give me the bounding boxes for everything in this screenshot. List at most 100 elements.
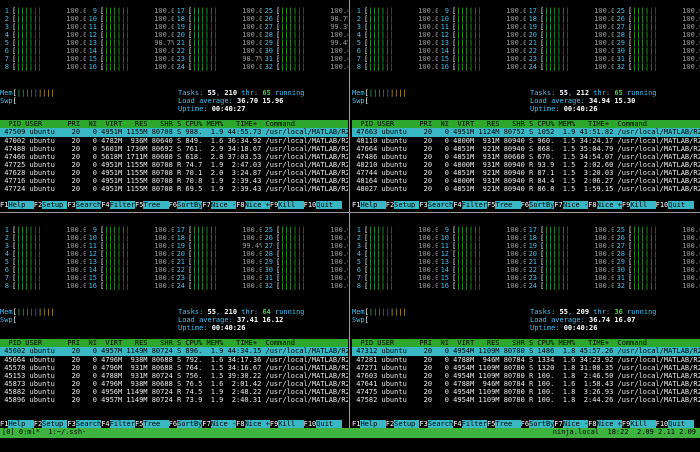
selected-process-row[interactable]: 47312 ubuntu 20 0 4954M 1109M 80780 S 14… — [352, 347, 700, 356]
function-key[interactable]: F2 — [33, 420, 43, 428]
function-key-label[interactable]: Nice + — [596, 420, 622, 428]
function-key[interactable]: F3 — [67, 420, 76, 428]
process-row[interactable]: 48164 ubuntu 20 0 4800M 931M 80940 R 84.… — [352, 177, 700, 185]
function-key-label[interactable]: Search — [427, 420, 454, 428]
process-row[interactable]: 47716 ubuntu 20 0 4951M 1155M 80708 R 70… — [0, 177, 348, 185]
function-key[interactable]: F2 — [33, 201, 43, 209]
function-key-label[interactable]: Tree — [143, 420, 169, 428]
function-key-label[interactable]: SortBy — [529, 201, 555, 209]
process-row[interactable]: 47724 ubuntu 20 0 4951M 1155M 80708 R 69… — [0, 185, 348, 193]
process-row[interactable]: 47466 ubuntu 20 0 5618M 1711M 80688 S 61… — [0, 153, 348, 161]
htop-pane-1[interactable]: 1[||||||100.0%]2[||||||100.0%]3[||||||10… — [0, 0, 348, 209]
function-key-label[interactable]: Quit — [668, 420, 694, 428]
function-key-label[interactable]: Setup — [42, 201, 68, 209]
function-key[interactable]: F4 — [101, 201, 110, 209]
function-key-label[interactable]: Kill — [630, 420, 656, 428]
process-row[interactable]: 45153 ubuntu 20 0 4788M 931M 80724 S 756… — [0, 372, 348, 380]
process-row[interactable]: 45578 ubuntu 20 0 4796M 931M 80688 S 764… — [0, 364, 348, 372]
function-key[interactable]: F2 — [385, 201, 395, 209]
function-key-label[interactable]: Nice - — [562, 420, 589, 428]
function-key-label[interactable]: Kill — [278, 420, 304, 428]
function-key[interactable]: F7 — [554, 201, 563, 209]
function-key-label[interactable]: Filter — [109, 420, 135, 428]
function-key-label[interactable]: Kill — [278, 201, 304, 209]
function-key[interactable]: F10 — [303, 201, 317, 209]
process-row[interactable]: 47603 ubuntu 20 0 4954M 1109M 80780 R 10… — [352, 372, 700, 380]
function-key[interactable]: F4 — [453, 201, 462, 209]
function-key[interactable]: F8 — [236, 201, 245, 209]
function-key-label[interactable]: Help — [360, 201, 386, 209]
process-row[interactable]: 48027 ubuntu 20 0 4851M 921M 80940 R 86.… — [352, 185, 700, 193]
function-key-label[interactable]: SortBy — [529, 420, 555, 428]
process-row[interactable]: 47271 ubuntu 20 0 4954M 1109M 80780 S 13… — [352, 364, 700, 372]
function-key-label[interactable]: Quit — [316, 201, 342, 209]
htop-pane-4[interactable]: 1[||||||100.0%]2[||||||100.0%]3[||||||10… — [352, 219, 700, 428]
function-key[interactable]: F6 — [520, 420, 530, 428]
function-key[interactable]: F8 — [588, 420, 597, 428]
function-key-label[interactable]: Help — [360, 420, 386, 428]
process-row[interactable]: 45896 ubuntu 20 0 4957M 1149M 80724 R 73… — [0, 396, 348, 404]
process-row[interactable]: 47582 ubuntu 20 0 4954M 1109M 80780 R 10… — [352, 396, 700, 404]
function-key-label[interactable]: Nice + — [244, 201, 270, 209]
process-row[interactable]: 45882 ubuntu 20 0 4956M 1149M 80724 R 74… — [0, 388, 348, 396]
selected-process-row[interactable]: 45602 ubuntu 20 0 4957M 1149M 80724 S 89… — [0, 347, 348, 356]
process-row[interactable]: 45873 ubuntu 20 0 4796M 938M 80688 S 76.… — [0, 380, 348, 388]
process-row[interactable]: 47002 ubuntu 20 0 4782M 936M 80640 S 849… — [0, 137, 348, 145]
function-key-label[interactable]: Quit — [316, 420, 342, 428]
function-key-label[interactable]: Setup — [394, 201, 420, 209]
htop-pane-3[interactable]: 1[||||||100.0%]2[||||||100.0%]3[||||||10… — [0, 219, 348, 428]
function-key[interactable]: F10 — [655, 420, 669, 428]
function-key-label[interactable]: Filter — [461, 201, 487, 209]
function-key[interactable]: F10 — [655, 201, 669, 209]
process-table-header[interactable]: PID USER PRI NI VIRT RES SHR S CPU% MEM%… — [352, 339, 700, 347]
function-key[interactable]: F4 — [101, 420, 110, 428]
function-key-label[interactable]: SortBy — [177, 201, 203, 209]
function-key-label[interactable]: Nice - — [210, 420, 237, 428]
function-key[interactable]: F10 — [303, 420, 317, 428]
process-row[interactable]: 47475 ubuntu 20 0 4954M 1109M 80780 R 10… — [352, 388, 700, 396]
htop-pane-2[interactable]: 1[||||||100.0%]2[||||||100.0%]3[||||||10… — [352, 0, 700, 209]
process-row[interactable]: 48110 ubuntu 20 0 4800M 931M 80940 S 960… — [352, 137, 700, 145]
function-key[interactable]: F6 — [168, 420, 178, 428]
function-key-label[interactable]: SortBy — [177, 420, 203, 428]
process-row[interactable]: 47488 ubuntu 20 0 5601M 1730M 80692 S 76… — [0, 145, 348, 153]
function-key[interactable]: F7 — [202, 201, 211, 209]
function-key[interactable]: F2 — [385, 420, 395, 428]
function-key[interactable]: F3 — [419, 201, 428, 209]
process-row[interactable]: 47486 ubuntu 20 0 4851M 931M 80668 S 670… — [352, 153, 700, 161]
function-key-label[interactable]: Tree — [143, 201, 169, 209]
function-key[interactable]: F8 — [588, 201, 597, 209]
function-key[interactable]: F7 — [554, 420, 563, 428]
process-row[interactable]: 47664 ubuntu 20 0 4851M 921M 80940 S 868… — [352, 145, 700, 153]
function-key-label[interactable]: Nice + — [244, 420, 270, 428]
process-row[interactable]: 45664 ubuntu 20 0 4796M 938M 80688 S 792… — [0, 356, 348, 364]
function-key-label[interactable]: Nice + — [596, 201, 622, 209]
function-key[interactable]: F7 — [202, 420, 211, 428]
function-key[interactable]: F3 — [419, 420, 428, 428]
process-row[interactable]: 47744 ubuntu 20 0 4851M 921M 80940 R 87.… — [352, 169, 700, 177]
selected-process-row[interactable]: 47509 ubuntu 20 0 4951M 1155M 80708 S 98… — [0, 128, 348, 137]
function-key-label[interactable]: Kill — [630, 201, 656, 209]
function-key-label[interactable]: Search — [75, 420, 102, 428]
function-key[interactable]: F6 — [168, 201, 178, 209]
function-key-label[interactable]: Quit — [668, 201, 694, 209]
process-table-header[interactable]: PID USER PRI NI VIRT RES SHR S CPU% MEM%… — [0, 339, 348, 347]
function-key-label[interactable]: Search — [75, 201, 102, 209]
process-row[interactable]: 47641 ubuntu 20 0 4788M 946M 80784 R 100… — [352, 380, 700, 388]
function-key-label[interactable]: Tree — [495, 201, 521, 209]
function-key-label[interactable]: Filter — [109, 201, 135, 209]
function-key-label[interactable]: Nice - — [562, 201, 589, 209]
selected-process-row[interactable]: 47663 ubuntu 20 0 4951M 1124M 80752 S 10… — [352, 128, 700, 137]
process-row[interactable]: 48210 ubuntu 20 0 4800M 931M 80940 R 93.… — [352, 161, 700, 169]
process-row[interactable]: 47725 ubuntu 20 0 4951M 1155M 80708 R 74… — [0, 161, 348, 169]
function-key-label[interactable]: Filter — [461, 420, 487, 428]
function-key-label[interactable]: Nice - — [210, 201, 237, 209]
function-key-label[interactable]: Help — [8, 201, 34, 209]
function-key-label[interactable]: Search — [427, 201, 454, 209]
tmux-window-list[interactable]: [0] 0:ml* 1:~/.ssh- — [2, 428, 86, 436]
function-key[interactable]: F8 — [236, 420, 245, 428]
function-key-label[interactable]: Tree — [495, 420, 521, 428]
function-key[interactable]: F6 — [520, 201, 530, 209]
process-table-header[interactable]: PID USER PRI NI VIRT RES SHR S CPU% MEM%… — [352, 120, 700, 128]
process-row[interactable]: 47628 ubuntu 20 0 4951M 1155M 80708 R 70… — [0, 169, 348, 177]
